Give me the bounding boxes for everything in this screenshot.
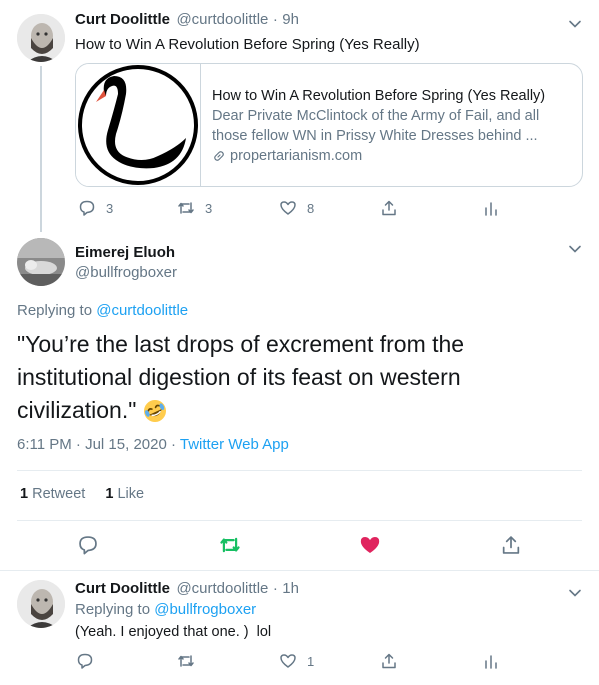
reply-button[interactable]: 3 — [78, 199, 113, 217]
like-button[interactable]: 8 — [279, 199, 314, 217]
tweet-text: "You’re the last drops of excrement from… — [17, 328, 587, 427]
link-icon — [214, 151, 224, 161]
tweet-2-author: Eimerej Eluoh @bullfrogboxer — [75, 243, 177, 283]
analytics-icon — [485, 655, 497, 669]
divider — [0, 570, 599, 571]
replying-to: Replying to @bullfrogboxer — [75, 601, 256, 618]
reply-icon — [77, 653, 93, 669]
card-description-line2: those fellow WN in Prissy White Dresses … — [212, 128, 538, 144]
avatar-curt-doolittle[interactable] — [17, 14, 65, 62]
tweet-text: (Yeah. I enjoyed that one. ) lol — [75, 624, 272, 640]
tweet-text-line2: institutional digestion of its feast on … — [17, 364, 461, 390]
card-title: How to Win A Revolution Before Spring (Y… — [212, 88, 546, 104]
like-stat-count: 1 — [105, 486, 114, 502]
tweet-3-header: Curt Doolittle @curtdoolittle · 1h — [75, 580, 299, 598]
replying-to-prefix: Replying to — [75, 601, 151, 618]
retweet-stat[interactable]: 1 Retweet — [20, 486, 89, 502]
reply-count: 3 — [106, 200, 114, 216]
share-icon — [382, 200, 396, 216]
card-domain-row: propertarianism.com — [212, 148, 362, 164]
heart-icon — [280, 201, 296, 215]
share-icon — [382, 653, 396, 669]
share-button[interactable] — [380, 199, 398, 217]
replying-to-handle[interactable]: @curtdoolittle — [96, 302, 188, 319]
reply-icon — [79, 200, 95, 216]
avatar-curt-doolittle[interactable] — [17, 580, 65, 628]
avatar-eimerej-eluoh[interactable] — [17, 238, 65, 286]
tweet-text: How to Win A Revolution Before Spring (Y… — [75, 36, 420, 53]
heart-icon[interactable] — [359, 534, 381, 556]
retweet-icon — [178, 202, 194, 214]
separator-dot: · — [170, 436, 176, 453]
tweet-1-header: Curt Doolittle @curtdoolittle · 9h — [75, 11, 299, 29]
tweet-meta: 6:11 PM · Jul 15, 2020 · Twitter Web App — [17, 436, 289, 453]
retweet-button[interactable]: 3 — [177, 199, 212, 217]
replying-to: Replying to @curtdoolittle — [17, 302, 188, 319]
tweet-source[interactable]: Twitter Web App — [180, 436, 289, 453]
tweet-text-line1: "You’re the last drops of excrement from… — [17, 331, 465, 357]
divider — [17, 470, 582, 471]
heart-icon — [280, 654, 296, 668]
like-stat-label: Like — [117, 486, 145, 502]
retweet-icon — [178, 655, 194, 667]
analytics-button[interactable] — [482, 652, 500, 670]
replying-to-prefix: Replying to — [17, 302, 93, 319]
tweet-timestamp[interactable]: 6:11 PM · Jul 15, 2020 — [17, 436, 167, 453]
tweet-text-line3: civilization." — [17, 397, 137, 423]
divider — [17, 520, 582, 521]
like-button[interactable]: 1 — [279, 652, 314, 670]
author-name[interactable]: Eimerej Eluoh — [75, 243, 177, 263]
share-icon[interactable] — [500, 534, 522, 556]
tweet-text-line3-row: civilization." — [17, 394, 587, 427]
chevron-down-icon[interactable] — [566, 240, 584, 258]
like-stat[interactable]: 1 Like — [105, 486, 144, 502]
retweet-stat-count: 1 — [20, 486, 29, 502]
tweet-time[interactable]: 9h — [282, 11, 299, 28]
analytics-button[interactable] — [482, 199, 500, 217]
card-domain: propertarianism.com — [230, 148, 363, 164]
rolling-laughing-emoji-icon — [144, 399, 167, 422]
author-handle[interactable]: @curtdoolittle — [176, 580, 268, 597]
retweet-stat-label: Retweet — [32, 486, 86, 502]
separator-dot: · — [272, 580, 278, 597]
retweet-button[interactable] — [177, 652, 195, 670]
author-handle[interactable]: @curtdoolittle — [176, 11, 268, 28]
author-name[interactable]: Curt Doolittle — [75, 580, 170, 597]
tweet-time[interactable]: 1h — [282, 580, 299, 597]
replying-to-handle[interactable]: @bullfrogboxer — [154, 601, 256, 618]
separator-dot: · — [272, 11, 278, 28]
share-button[interactable] — [380, 652, 398, 670]
retweet-count: 3 — [205, 200, 213, 216]
author-name[interactable]: Curt Doolittle — [75, 11, 170, 28]
chevron-down-icon[interactable] — [566, 584, 584, 602]
link-card[interactable]: How to Win A Revolution Before Spring (Y… — [75, 63, 583, 187]
analytics-icon — [485, 202, 497, 216]
reply-button[interactable] — [76, 652, 94, 670]
card-image — [76, 64, 201, 186]
like-count: 1 — [307, 653, 315, 669]
engagement-stats: 1 Retweet 1 Like — [20, 486, 144, 502]
like-count: 8 — [307, 200, 315, 216]
thread-line — [40, 66, 42, 232]
card-description-line1: Dear Private McClintock of the Army of F… — [212, 108, 540, 124]
black-swan-logo — [78, 65, 198, 185]
author-handle[interactable]: @bullfrogboxer — [75, 263, 177, 283]
retweet-icon[interactable] — [219, 534, 241, 556]
reply-icon[interactable] — [77, 534, 99, 556]
chevron-down-icon[interactable] — [566, 15, 584, 33]
